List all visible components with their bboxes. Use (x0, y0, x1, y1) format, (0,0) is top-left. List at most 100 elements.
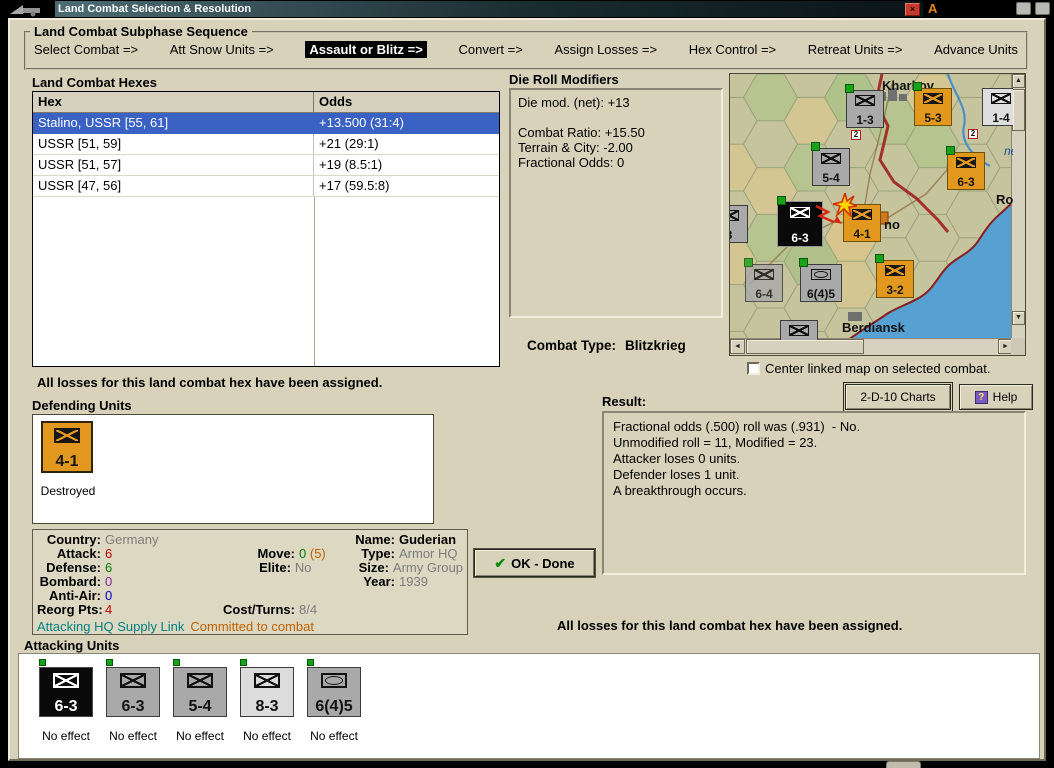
subphase-legend: Land Combat Subphase Sequence (34, 24, 248, 39)
info-label-attack: Attack: (56, 546, 101, 561)
unit-status: Destroyed (40, 484, 96, 498)
hex-cell-name: USSR [51, 57] (33, 155, 314, 175)
unit-strength: 6-3 (121, 698, 145, 715)
unit-counter[interactable]: 6-3 (39, 667, 93, 717)
info-spacer (295, 533, 355, 547)
hex-cell-name: USSR [47, 56] (33, 176, 314, 196)
tray-icon[interactable] (1016, 2, 1031, 15)
unit-strength: 6(4)5 (315, 698, 353, 715)
center-map-option: Center linked map on selected combat. (747, 361, 990, 376)
hex-control-marker: 2 (851, 130, 861, 140)
app-icon[interactable] (8, 1, 48, 17)
selection-marker (106, 659, 113, 666)
hex-cell-odds: +21 (29:1) (319, 136, 379, 151)
checkbox-label: Center linked map on selected combat. (765, 361, 991, 376)
hex-cell-name: Stalino, USSR [55, 61] (38, 115, 169, 130)
selection-marker (240, 659, 247, 666)
info-label-defense: Defense: (46, 560, 101, 575)
info-value-defense: 6 (105, 560, 113, 575)
losses-message-right: All losses for this land combat hex have… (557, 618, 903, 633)
window-title: Land Combat Selection & Resolution (58, 3, 252, 15)
attacker-unit: 5-4 No effect (173, 659, 227, 743)
unit-counter[interactable]: 6(4)5 (307, 667, 361, 717)
result-line: Fractional odds (.500) roll was (.931) -… (613, 419, 861, 434)
attacker-unit: 6(4)5 No effect (307, 659, 361, 743)
result-line: Attacker loses 0 units. (613, 451, 741, 466)
combat-type-value: Blitzkrieg (625, 338, 686, 353)
map-vscrollbar[interactable] (1011, 74, 1025, 340)
unit-status: No effect (310, 729, 358, 743)
hex-row[interactable]: USSR [51, 57] +19 (8.5:1) (33, 155, 499, 176)
info-label-cost: Cost/Turns: (223, 602, 295, 617)
selection-marker (307, 659, 314, 666)
hex-row[interactable]: USSR [47, 56] +17 (59.5:8) (33, 176, 499, 197)
vscroll-thumb[interactable] (1012, 89, 1025, 131)
info-row: Country: Germany Name: Guderian (37, 533, 463, 547)
screen: Land Combat Selection & Resolution × A L… (0, 0, 1054, 768)
attacker-unit: 6-3 No effect (106, 659, 160, 743)
scroll-up-button[interactable] (1012, 74, 1025, 88)
info-row: Anti-Air: 0 (37, 589, 463, 603)
window-titlebar[interactable]: Land Combat Selection & Resolution × (55, 1, 923, 17)
info-label-country: Country: (46, 532, 101, 547)
table-body: Stalino, USSR [55, 61] +13.500 (31:4) US… (33, 113, 499, 197)
column-header-odds: Odds (319, 94, 353, 109)
hex-cell-odds: +13.500 (31:4) (319, 115, 404, 130)
section-title-attacking-units: Attacking Units (24, 638, 120, 653)
scroll-down-button[interactable] (1012, 311, 1025, 325)
unit-counter[interactable]: 6-3 (106, 667, 160, 717)
map-hscrollbar[interactable] (730, 338, 1013, 355)
check-icon (494, 555, 506, 572)
help-icon (974, 390, 988, 404)
unit-status: No effect (243, 729, 291, 743)
land-combat-window: Land Combat Subphase Sequence Select Com… (8, 18, 1046, 761)
control-markers: 2 2 (730, 74, 1013, 340)
info-row: Attack: 6 Move: 0 (5) Type: Armor HQ (37, 547, 463, 561)
hscroll-thumb[interactable] (746, 339, 864, 354)
result-line: Unmodified roll = 11, Modified = 23. (613, 435, 818, 450)
info-label-size: Size: (358, 560, 389, 575)
info-value-type: Armor HQ (399, 546, 458, 561)
help-button[interactable]: Help (959, 384, 1033, 410)
unit-status: No effect (42, 729, 90, 743)
tray-icon[interactable] (1035, 2, 1050, 15)
combat-hexes-table[interactable]: Hex Odds Stalino, USSR [55, 61] +13.500 … (32, 91, 500, 367)
scroll-left-button[interactable] (730, 339, 745, 354)
info-value-year: 1939 (399, 574, 428, 589)
subphase-step: Att Snow Units => (169, 42, 274, 57)
die-net-line: Die mod. (net): +13 (518, 95, 630, 110)
table-header: Hex Odds (33, 92, 499, 113)
unit-strength: 5-4 (188, 698, 212, 715)
attacker-unit: 8-3 No effect (240, 659, 294, 743)
bottom-tab[interactable] (886, 761, 921, 768)
map-panel: Kharkov Rost Berdiansk no ne 1-3 (729, 73, 1026, 356)
center-map-checkbox[interactable] (747, 362, 760, 375)
hex-row[interactable]: USSR [51, 59] +21 (29:1) (33, 134, 499, 155)
close-button[interactable]: × (905, 2, 920, 16)
subphase-step: Hex Control => (688, 42, 777, 57)
attacker-unit: 6-3 No effect (39, 659, 93, 743)
unit-counter[interactable]: 8-3 (240, 667, 294, 717)
result-panel: Fractional odds (.500) roll was (.931) -… (602, 411, 1026, 575)
explosion-icon (833, 193, 857, 217)
unit-counter[interactable]: 5-4 (173, 667, 227, 717)
help-button-label: Help (992, 390, 1018, 404)
charts-button[interactable]: 2-D-10 Charts (843, 382, 953, 412)
info-label-name: Name: (355, 532, 395, 547)
supply-link-status: Attacking HQ Supply Link (37, 619, 185, 634)
die-detail-lines: Combat Ratio: +15.50 Terrain & City: -2.… (518, 125, 714, 170)
info-spacer (295, 575, 355, 589)
unit-symbol (254, 673, 280, 688)
subphase-step: Assign Losses => (554, 42, 658, 57)
section-title-defending-units: Defending Units (32, 398, 132, 413)
map-viewport[interactable]: Kharkov Rost Berdiansk no ne 1-3 (730, 74, 1013, 340)
unit-symbol (53, 673, 79, 688)
info-label-move: Move: (257, 546, 295, 561)
unit-counter[interactable]: 4-1 (41, 421, 93, 473)
ok-done-label: OK - Done (511, 555, 575, 571)
subphase-step: Retreat Units => (807, 42, 903, 57)
info-value-bombard: 0 (105, 574, 113, 589)
ok-done-button[interactable]: OK - Done (473, 548, 596, 578)
info-value-elite: No (294, 560, 312, 575)
hex-row[interactable]: Stalino, USSR [55, 61] +13.500 (31:4) (33, 113, 499, 134)
